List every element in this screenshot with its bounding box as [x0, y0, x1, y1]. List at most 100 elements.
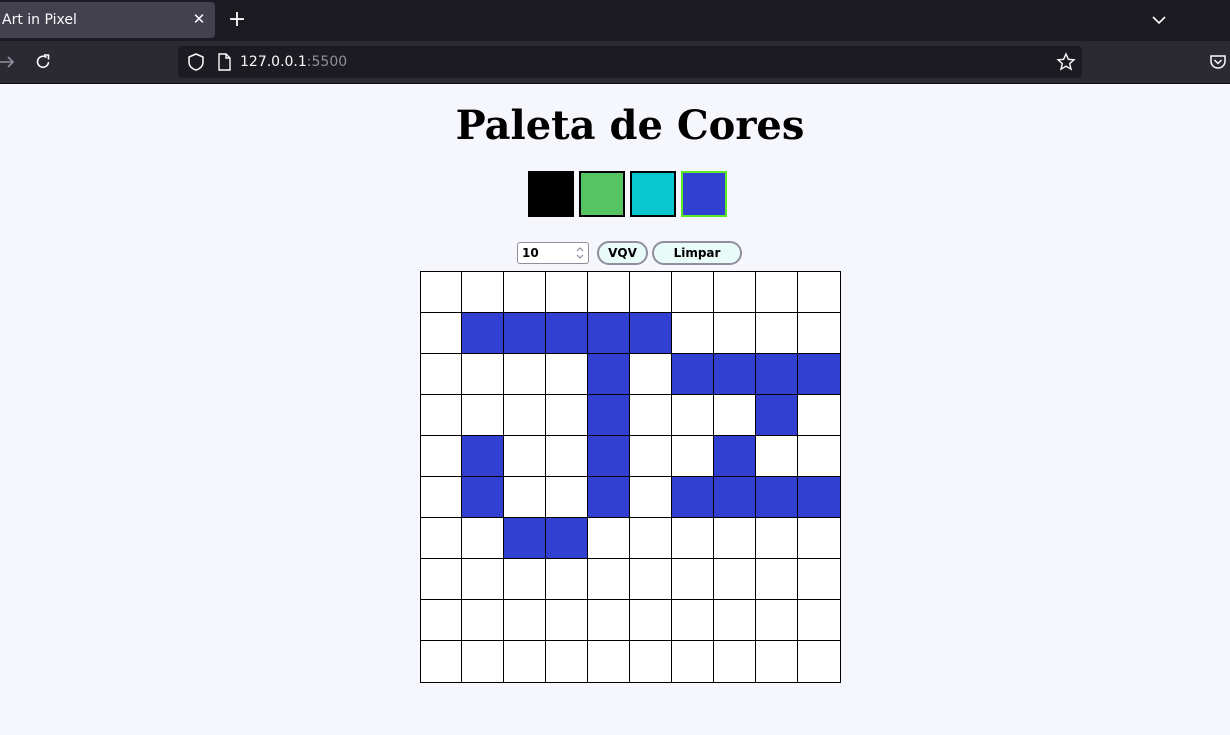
pixel-cell[interactable] [587, 312, 630, 354]
pixel-cell[interactable] [629, 312, 672, 354]
pixel-cell[interactable] [587, 517, 630, 559]
pixel-cell[interactable] [545, 517, 588, 559]
pixel-cell[interactable] [671, 517, 714, 559]
pixel-cell[interactable] [461, 558, 504, 600]
pixel-cell[interactable] [797, 435, 841, 477]
pixel-cell[interactable] [420, 271, 462, 313]
pixel-cell[interactable] [503, 435, 546, 477]
pixel-cell[interactable] [671, 394, 714, 436]
pixel-cell[interactable] [420, 353, 462, 395]
pixel-cell[interactable] [503, 558, 546, 600]
browser-tab[interactable]: Art in Pixel ✕ [0, 2, 215, 38]
pixel-cell[interactable] [671, 312, 714, 354]
pixel-cell[interactable] [587, 558, 630, 600]
pixel-cell[interactable] [755, 599, 798, 641]
pixel-cell[interactable] [629, 558, 672, 600]
reload-icon[interactable] [33, 52, 53, 72]
pixel-cell[interactable] [545, 640, 588, 683]
pixel-cell[interactable] [629, 599, 672, 641]
pixel-cell[interactable] [713, 435, 756, 477]
pixel-cell[interactable] [755, 435, 798, 477]
generate-board-button[interactable]: VQV [597, 241, 648, 265]
pixel-cell[interactable] [755, 394, 798, 436]
forward-arrow-icon[interactable] [0, 52, 18, 72]
pixel-cell[interactable] [545, 558, 588, 600]
pixel-cell[interactable] [755, 271, 798, 313]
plus-icon[interactable]: + [227, 9, 247, 31]
pixel-cell[interactable] [797, 353, 841, 395]
pixel-cell[interactable] [629, 435, 672, 477]
pixel-cell[interactable] [713, 640, 756, 683]
pixel-cell[interactable] [461, 435, 504, 477]
pixel-cell[interactable] [713, 599, 756, 641]
pixel-cell[interactable] [545, 394, 588, 436]
pixel-cell[interactable] [671, 599, 714, 641]
pixel-cell[interactable] [587, 271, 630, 313]
pixel-cell[interactable] [503, 394, 546, 436]
pixel-cell[interactable] [755, 558, 798, 600]
close-icon[interactable]: ✕ [190, 10, 208, 28]
pixel-cell[interactable] [629, 353, 672, 395]
pixel-cell[interactable] [420, 435, 462, 477]
pixel-cell[interactable] [797, 271, 841, 313]
pixel-cell[interactable] [755, 312, 798, 354]
pixel-cell[interactable] [755, 476, 798, 518]
pixel-cell[interactable] [503, 599, 546, 641]
pixel-cell[interactable] [797, 517, 841, 559]
pixel-cell[interactable] [587, 640, 630, 683]
pixel-cell[interactable] [713, 271, 756, 313]
pixel-cell[interactable] [545, 476, 588, 518]
pixel-cell[interactable] [671, 558, 714, 600]
chevron-down-icon[interactable] [1150, 11, 1168, 29]
pixel-cell[interactable] [797, 476, 841, 518]
pixel-cell[interactable] [797, 558, 841, 600]
pixel-cell[interactable] [713, 394, 756, 436]
color-swatch[interactable] [528, 171, 574, 217]
pixel-cell[interactable] [671, 476, 714, 518]
color-swatch[interactable] [681, 171, 727, 217]
pixel-cell[interactable] [797, 599, 841, 641]
pixel-cell[interactable] [629, 640, 672, 683]
pixel-cell[interactable] [671, 353, 714, 395]
clear-board-button[interactable]: Limpar [652, 241, 742, 265]
pixel-cell[interactable] [461, 271, 504, 313]
pixel-cell[interactable] [755, 353, 798, 395]
pixel-cell[interactable] [587, 435, 630, 477]
pixel-cell[interactable] [587, 394, 630, 436]
pixel-cell[interactable] [420, 394, 462, 436]
pixel-cell[interactable] [420, 312, 462, 354]
pixel-cell[interactable] [461, 312, 504, 354]
pixel-cell[interactable] [461, 599, 504, 641]
pixel-cell[interactable] [797, 312, 841, 354]
pixel-cell[interactable] [503, 517, 546, 559]
pixel-cell[interactable] [587, 476, 630, 518]
pixel-cell[interactable] [420, 599, 462, 641]
pixel-cell[interactable] [461, 517, 504, 559]
pixel-cell[interactable] [420, 517, 462, 559]
pixel-cell[interactable] [545, 271, 588, 313]
pixel-cell[interactable] [755, 640, 798, 683]
color-swatch[interactable] [630, 171, 676, 217]
pixel-cell[interactable] [629, 271, 672, 313]
pixel-cell[interactable] [587, 353, 630, 395]
pixel-cell[interactable] [420, 476, 462, 518]
pixel-cell[interactable] [503, 312, 546, 354]
pixel-cell[interactable] [503, 353, 546, 395]
pixel-cell[interactable] [503, 476, 546, 518]
pixel-cell[interactable] [713, 517, 756, 559]
pixel-cell[interactable] [545, 312, 588, 354]
pixel-cell[interactable] [545, 353, 588, 395]
pixel-cell[interactable] [797, 640, 841, 683]
pixel-cell[interactable] [671, 640, 714, 683]
star-icon[interactable] [1056, 52, 1076, 72]
pixel-cell[interactable] [755, 517, 798, 559]
board-size-input[interactable]: 10 [517, 242, 589, 264]
pixel-cell[interactable] [629, 394, 672, 436]
color-swatch[interactable] [579, 171, 625, 217]
pixel-cell[interactable] [461, 640, 504, 683]
pixel-cell[interactable] [671, 271, 714, 313]
pixel-cell[interactable] [713, 312, 756, 354]
pixel-cell[interactable] [461, 476, 504, 518]
pixel-cell[interactable] [503, 271, 546, 313]
pixel-cell[interactable] [503, 640, 546, 683]
